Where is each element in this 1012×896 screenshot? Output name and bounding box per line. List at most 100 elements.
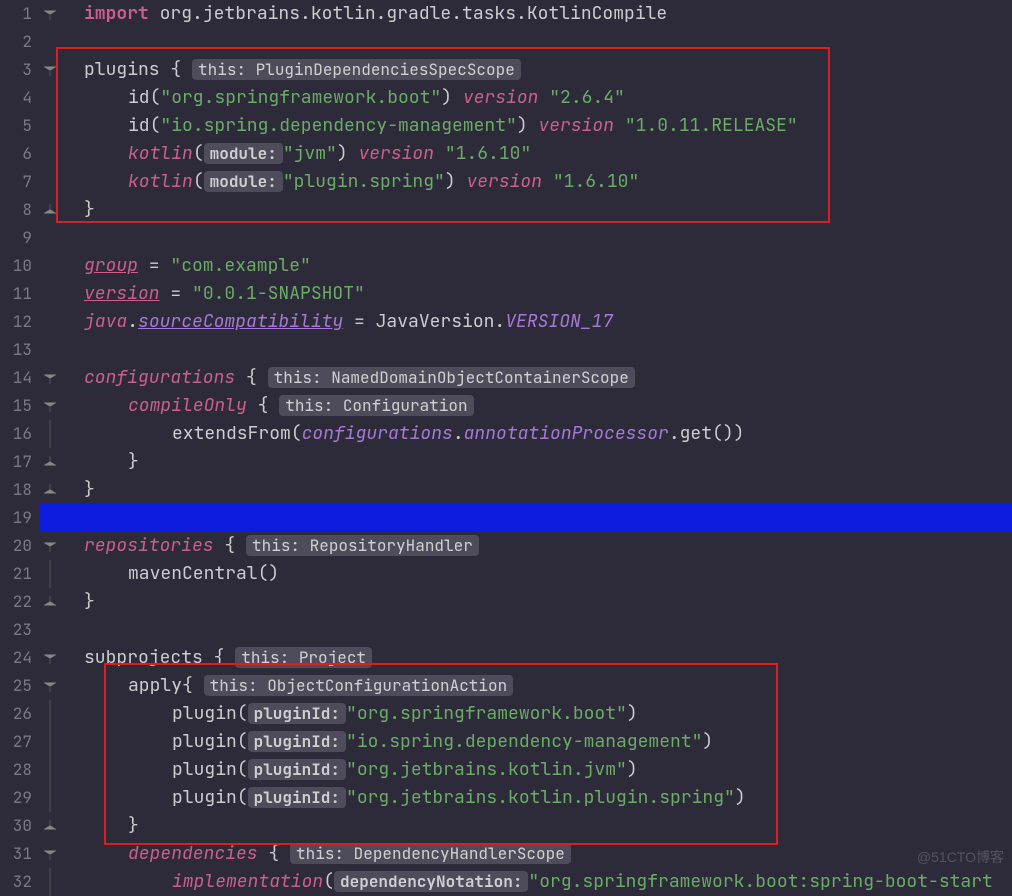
line-number[interactable]: 2 — [0, 28, 40, 56]
code-line[interactable]: 2 — [0, 28, 1012, 56]
code-line[interactable]: 22} — [0, 588, 1012, 616]
code-content[interactable] — [60, 28, 1012, 56]
code-content[interactable]: } — [60, 448, 1012, 476]
line-number[interactable]: 7 — [0, 168, 40, 196]
code-content[interactable]: } — [60, 812, 1012, 840]
code-content[interactable]: kotlin(module:"jvm") version "1.6.10" — [60, 140, 1012, 168]
code-line[interactable]: 25 apply{ this: ObjectConfigurationAction — [0, 672, 1012, 700]
code-content[interactable]: plugin(pluginId:"io.spring.dependency-ma… — [60, 728, 1012, 756]
line-number[interactable]: 6 — [0, 140, 40, 168]
line-number[interactable]: 32 — [0, 868, 40, 896]
line-number[interactable]: 17 — [0, 448, 40, 476]
line-number[interactable]: 18 — [0, 476, 40, 504]
code-content[interactable]: mavenCentral() — [60, 560, 1012, 588]
line-number[interactable]: 3 — [0, 56, 40, 84]
code-line[interactable]: 5 id("io.spring.dependency-management") v… — [0, 112, 1012, 140]
code-content[interactable]: subprojects { this: Project — [60, 644, 1012, 672]
line-number[interactable]: 4 — [0, 84, 40, 112]
line-number[interactable]: 16 — [0, 420, 40, 448]
line-number[interactable]: 23 — [0, 616, 40, 644]
fold-gutter[interactable] — [40, 848, 60, 860]
fold-gutter[interactable] — [40, 456, 60, 468]
line-number[interactable]: 15 — [0, 392, 40, 420]
line-number[interactable]: 13 — [0, 336, 40, 364]
fold-gutter[interactable] — [40, 784, 60, 812]
fold-gutter[interactable] — [40, 64, 60, 76]
fold-gutter[interactable] — [40, 560, 60, 588]
fold-gutter[interactable] — [40, 868, 60, 896]
code-content[interactable] — [60, 336, 1012, 364]
code-line[interactable]: 16 extendsFrom(configurations.annotationP… — [0, 420, 1012, 448]
code-line[interactable]: 7 kotlin(module:"plugin.spring") version … — [0, 168, 1012, 196]
fold-gutter[interactable] — [40, 680, 60, 692]
code-line[interactable]: 29 plugin(pluginId:"org.jetbrains.kotlin.… — [0, 784, 1012, 812]
code-content[interactable] — [60, 504, 1012, 532]
line-number[interactable]: 8 — [0, 196, 40, 224]
code-line[interactable]: 3 plugins { this: PluginDependenciesSpecS… — [0, 56, 1012, 84]
code-line[interactable]: 17} — [0, 448, 1012, 476]
fold-gutter[interactable] — [40, 400, 60, 412]
line-number[interactable]: 19 — [0, 504, 40, 532]
fold-gutter[interactable] — [40, 652, 60, 664]
code-content[interactable]: apply{ this: ObjectConfigurationAction — [60, 672, 1012, 700]
fold-gutter[interactable] — [40, 700, 60, 728]
code-content[interactable]: configurations { this: NamedDomainObject… — [60, 364, 1012, 392]
code-content[interactable]: dependencies { this: DependencyHandlerSc… — [60, 840, 1012, 868]
line-number[interactable]: 29 — [0, 784, 40, 812]
line-number[interactable]: 26 — [0, 700, 40, 728]
code-content[interactable] — [60, 224, 1012, 252]
line-number[interactable]: 10 — [0, 252, 40, 280]
code-content[interactable]: plugin(pluginId:"org.springframework.boo… — [60, 700, 1012, 728]
code-content[interactable]: plugin(pluginId:"org.jetbrains.kotlin.pl… — [60, 784, 1012, 812]
code-line[interactable]: 28 plugin(pluginId:"org.jetbrains.kotlin.… — [0, 756, 1012, 784]
code-content[interactable]: compileOnly { this: Configuration — [60, 392, 1012, 420]
fold-gutter[interactable] — [40, 756, 60, 784]
line-number[interactable]: 14 — [0, 364, 40, 392]
code-line[interactable]: 21mavenCentral() — [0, 560, 1012, 588]
code-content[interactable]: repositories { this: RepositoryHandler — [60, 532, 1012, 560]
line-number[interactable]: 11 — [0, 280, 40, 308]
line-number[interactable]: 9 — [0, 224, 40, 252]
fold-gutter[interactable] — [40, 820, 60, 832]
line-number[interactable]: 28 — [0, 756, 40, 784]
code-line[interactable]: 12java.sourceCompatibility = JavaVersion… — [0, 308, 1012, 336]
code-content[interactable]: } — [60, 476, 1012, 504]
fold-gutter[interactable] — [40, 540, 60, 552]
code-content[interactable]: import org.jetbrains.kotlin.gradle.tasks… — [60, 0, 1012, 28]
fold-gutter[interactable] — [40, 8, 60, 20]
code-line[interactable]: 19 — [0, 504, 1012, 532]
code-line[interactable]: 18} — [0, 476, 1012, 504]
code-content[interactable]: extendsFrom(configurations.annotationPro… — [60, 420, 1012, 448]
code-content[interactable]: plugin(pluginId:"org.jetbrains.kotlin.jv… — [60, 756, 1012, 784]
code-line[interactable]: 23 — [0, 616, 1012, 644]
code-line[interactable]: 15 compileOnly { this: Configuration — [0, 392, 1012, 420]
line-number[interactable]: 27 — [0, 728, 40, 756]
code-content[interactable] — [60, 616, 1012, 644]
code-content[interactable]: version = "0.0.1-SNAPSHOT" — [60, 280, 1012, 308]
code-line[interactable]: 32implementation(dependencyNotation:"org… — [0, 868, 1012, 896]
code-line[interactable]: 27 plugin(pluginId:"io.spring.dependency-… — [0, 728, 1012, 756]
code-content[interactable]: id("io.spring.dependency-management") ve… — [60, 112, 1012, 140]
code-editor[interactable]: 1import org.jetbrains.kotlin.gradle.task… — [0, 0, 1012, 885]
fold-gutter[interactable] — [40, 204, 60, 216]
code-line[interactable]: 8} — [0, 196, 1012, 224]
code-content[interactable]: } — [60, 588, 1012, 616]
code-line[interactable]: 4id("org.springframework.boot") version … — [0, 84, 1012, 112]
line-number[interactable]: 30 — [0, 812, 40, 840]
line-number[interactable]: 5 — [0, 112, 40, 140]
fold-gutter[interactable] — [40, 484, 60, 496]
code-line[interactable]: 11 version = "0.0.1-SNAPSHOT" — [0, 280, 1012, 308]
line-number[interactable]: 22 — [0, 588, 40, 616]
code-content[interactable]: kotlin(module:"plugin.spring") version "… — [60, 168, 1012, 196]
code-line[interactable]: 10group = "com.example" — [0, 252, 1012, 280]
line-number[interactable]: 25 — [0, 672, 40, 700]
code-line[interactable]: 9 — [0, 224, 1012, 252]
code-line[interactable]: 1import org.jetbrains.kotlin.gradle.task… — [0, 0, 1012, 28]
fold-gutter[interactable] — [40, 728, 60, 756]
code-line[interactable]: 24subprojects { this: Project — [0, 644, 1012, 672]
code-content[interactable]: } — [60, 196, 1012, 224]
code-content[interactable]: plugins { this: PluginDependenciesSpecSc… — [60, 56, 1012, 84]
line-number[interactable]: 31 — [0, 840, 40, 868]
code-line[interactable]: 26 plugin(pluginId:"org.springframework.b… — [0, 700, 1012, 728]
code-line[interactable]: 14 configurations { this: NamedDomainObje… — [0, 364, 1012, 392]
